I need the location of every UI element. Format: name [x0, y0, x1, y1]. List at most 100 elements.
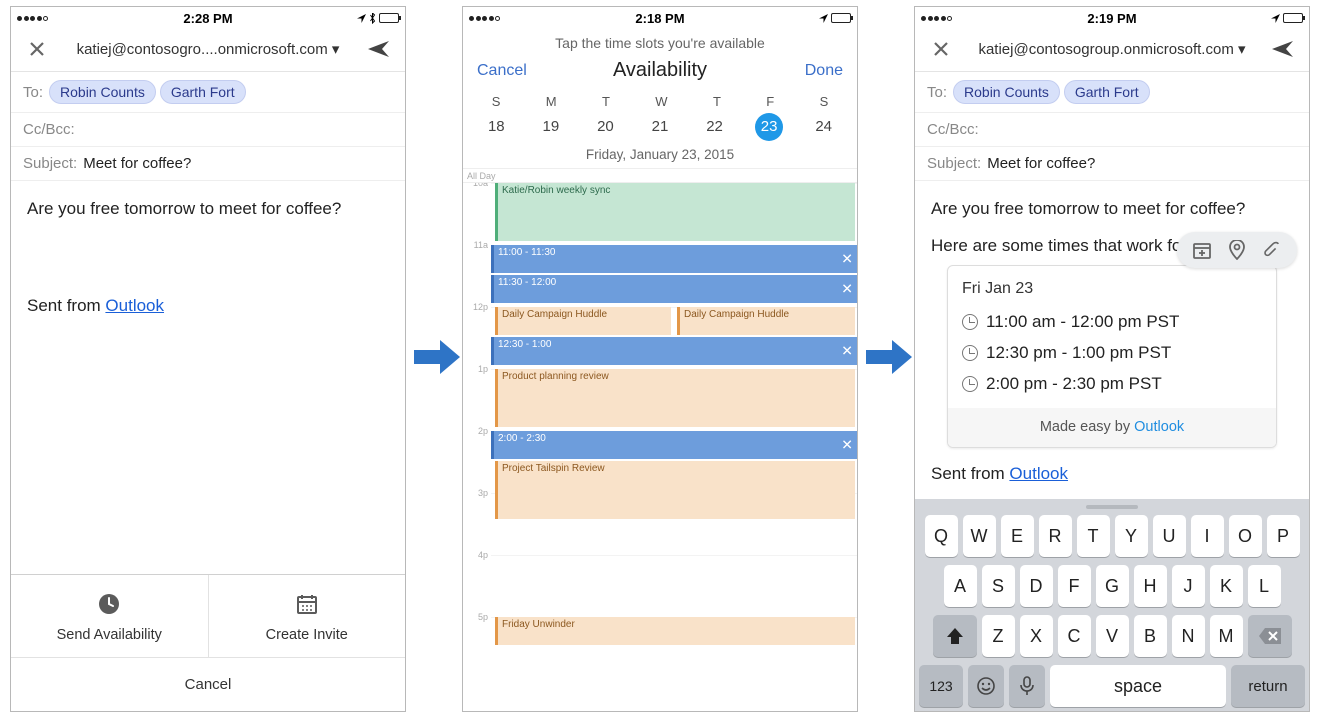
calendar-event[interactable]: Product planning review [495, 369, 855, 427]
letter-key[interactable]: U [1153, 515, 1186, 557]
cancel-button[interactable]: Cancel [477, 62, 537, 80]
to-field[interactable]: To: Robin Counts Garth Fort [11, 72, 405, 113]
subject-field[interactable]: Subject: Meet for coffee? [11, 147, 405, 181]
calendar-event[interactable]: Project Tailspin Review [495, 461, 855, 519]
return-key[interactable]: return [1231, 665, 1305, 707]
send-icon[interactable] [365, 35, 393, 63]
day-cell[interactable]: 18 [482, 113, 510, 141]
calendar-event[interactable]: Katie/Robin weekly sync [495, 183, 855, 241]
backspace-key[interactable] [1248, 615, 1292, 657]
dow: S [492, 94, 501, 109]
day-cell[interactable]: 23 [755, 113, 783, 141]
from-address[interactable]: katiej@contosogroup.onmicrosoft.com ▾ [955, 40, 1269, 58]
calendar-event[interactable]: Daily Campaign Huddle [495, 307, 671, 335]
send-icon[interactable] [1269, 35, 1297, 63]
space-key[interactable]: space [1050, 665, 1226, 707]
letter-key[interactable]: P [1267, 515, 1300, 557]
letter-key[interactable]: S [982, 565, 1015, 607]
shift-key[interactable] [933, 615, 977, 657]
letter-key[interactable]: X [1020, 615, 1053, 657]
recipient-pill[interactable]: Garth Fort [1064, 80, 1150, 104]
calendar-add-icon[interactable] [1193, 241, 1211, 259]
letter-key[interactable]: I [1191, 515, 1224, 557]
letter-key[interactable]: V [1096, 615, 1129, 657]
letter-key[interactable]: M [1210, 615, 1243, 657]
selected-slot[interactable]: 2:00 - 2:30✕ [491, 431, 857, 459]
letter-key[interactable]: E [1001, 515, 1034, 557]
remove-slot-icon[interactable]: ✕ [841, 343, 853, 360]
location-services-icon [1271, 14, 1280, 23]
from-address[interactable]: katiej@contosogro....onmicrosoft.com ▾ [51, 40, 365, 58]
outlook-link[interactable]: Outlook [1009, 464, 1068, 483]
timeline[interactable]: 10a11a12p1p2p3p4p5pKatie/Robin weekly sy… [463, 183, 857, 711]
location-pin-icon[interactable] [1229, 240, 1245, 260]
recipient-pill[interactable]: Garth Fort [160, 80, 246, 104]
day-cell[interactable]: 24 [810, 113, 838, 141]
recipient-pill[interactable]: Robin Counts [49, 80, 156, 104]
letter-key[interactable]: Q [925, 515, 958, 557]
remove-slot-icon[interactable]: ✕ [841, 281, 853, 298]
availability-slot: 12:30 pm - 1:00 pm PST [962, 337, 1262, 368]
emoji-key[interactable] [968, 665, 1004, 707]
compose-body[interactable]: Are you free tomorrow to meet for coffee… [11, 181, 405, 574]
hour-label: 12p [463, 302, 491, 312]
recipient-pill[interactable]: Robin Counts [953, 80, 1060, 104]
remove-slot-icon[interactable]: ✕ [841, 251, 853, 268]
availability-header: Cancel Availability Done [463, 53, 857, 90]
calendar-event[interactable]: Friday Unwinder [495, 617, 855, 645]
letter-key[interactable]: Y [1115, 515, 1148, 557]
calendar-event[interactable]: Daily Campaign Huddle [677, 307, 855, 335]
keyboard[interactable]: QWERTYUIOP ASDFGHJKL ZXCVBNM 123 space r… [915, 499, 1309, 711]
letter-key[interactable]: K [1210, 565, 1243, 607]
outlook-link[interactable]: Outlook [1134, 419, 1184, 435]
day-cell[interactable]: 21 [646, 113, 674, 141]
compose-body[interactable]: Are you free tomorrow to meet for coffee… [915, 181, 1309, 499]
cc-bcc-field[interactable]: Cc/Bcc: [915, 113, 1309, 147]
letter-key[interactable]: J [1172, 565, 1205, 607]
selected-slot[interactable]: 11:00 - 11:30✕ [491, 245, 857, 273]
cc-bcc-field[interactable]: Cc/Bcc: [11, 113, 405, 147]
close-icon[interactable] [23, 35, 51, 63]
letter-key[interactable]: G [1096, 565, 1129, 607]
calendar-icon [209, 593, 406, 621]
selected-slot[interactable]: 11:30 - 12:00✕ [491, 275, 857, 303]
letter-key[interactable]: O [1229, 515, 1262, 557]
done-button[interactable]: Done [783, 62, 843, 80]
date-row: 18 19 20 21 22 23 24 [463, 111, 857, 147]
letter-key[interactable]: D [1020, 565, 1053, 607]
clock-icon [962, 345, 978, 361]
availability-hint: Tap the time slots you're available [463, 27, 857, 53]
cancel-button[interactable]: Cancel [11, 658, 405, 711]
selected-slot[interactable]: 12:30 - 1:00✕ [491, 337, 857, 365]
letter-key[interactable]: A [944, 565, 977, 607]
day-cell[interactable]: 22 [701, 113, 729, 141]
remove-slot-icon[interactable]: ✕ [841, 437, 853, 454]
paperclip-icon[interactable] [1263, 240, 1281, 260]
day-cell[interactable]: 20 [591, 113, 619, 141]
letter-key[interactable]: T [1077, 515, 1110, 557]
letter-key[interactable]: R [1039, 515, 1072, 557]
subject-field[interactable]: Subject: Meet for coffee? [915, 147, 1309, 181]
letter-key[interactable]: H [1134, 565, 1167, 607]
screen-compose-2: 2:19 PM katiej@contosogroup.onmicrosoft.… [914, 6, 1310, 712]
send-availability-button[interactable]: Send Availability [11, 575, 209, 657]
letter-key[interactable]: N [1172, 615, 1205, 657]
letter-key[interactable]: C [1058, 615, 1091, 657]
availability-card: Fri Jan 23 11:00 am - 12:00 pm PST 12:30… [947, 265, 1277, 447]
status-bar: 2:28 PM [11, 7, 405, 27]
create-invite-button[interactable]: Create Invite [209, 575, 406, 657]
day-cell[interactable]: 19 [537, 113, 565, 141]
close-icon[interactable] [927, 35, 955, 63]
cc-label: Cc/Bcc: [927, 121, 979, 138]
availability-card-date: Fri Jan 23 [962, 276, 1262, 302]
letter-key[interactable]: Z [982, 615, 1015, 657]
letter-key[interactable]: W [963, 515, 996, 557]
letter-key[interactable]: F [1058, 565, 1091, 607]
letter-key[interactable]: B [1134, 615, 1167, 657]
to-field[interactable]: To: Robin Counts Garth Fort [915, 72, 1309, 113]
outlook-link[interactable]: Outlook [105, 296, 164, 315]
number-key[interactable]: 123 [919, 665, 963, 707]
letter-key[interactable]: L [1248, 565, 1281, 607]
keyboard-handle[interactable] [1086, 505, 1138, 509]
dictation-key[interactable] [1009, 665, 1045, 707]
